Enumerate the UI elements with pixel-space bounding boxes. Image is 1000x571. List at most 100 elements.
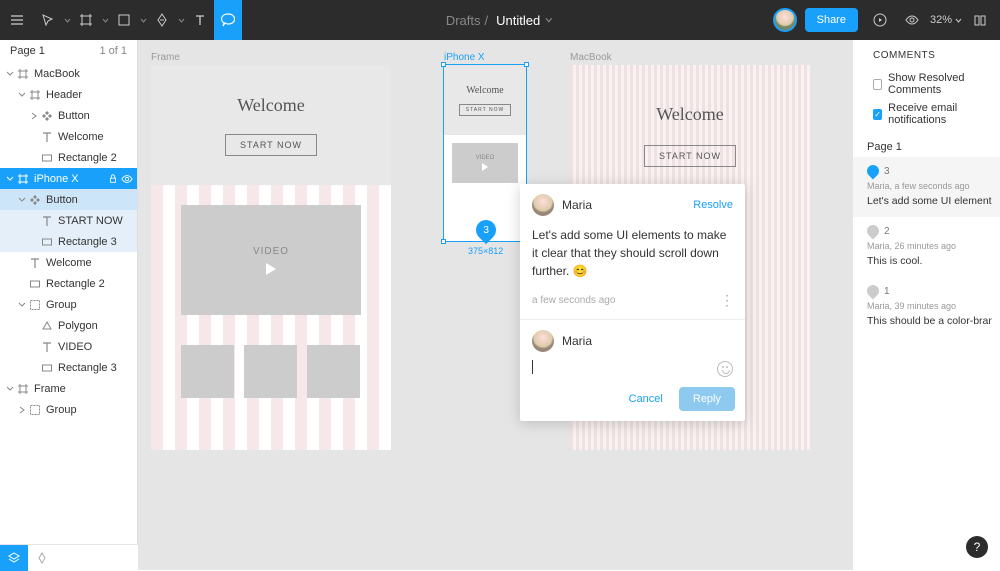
layer-label: Rectangle 2 <box>46 278 133 290</box>
share-button[interactable]: Share <box>805 8 858 32</box>
shape-tool[interactable] <box>110 0 138 40</box>
help-button[interactable]: ? <box>966 536 988 558</box>
layer-row[interactable]: Button <box>0 105 137 126</box>
email-notifications-checkbox[interactable]: ✓ Receive email notifications <box>853 99 1000 129</box>
layer-row[interactable]: Button <box>0 189 137 210</box>
text-icon <box>40 341 54 353</box>
file-title[interactable]: Untitled <box>496 13 540 28</box>
comments-panel: COMMENTS Show Resolved Comments ✓ Receiv… <box>852 40 1000 570</box>
comment-body: Let's add some UI elements to make it cl… <box>520 226 745 288</box>
chevron-icon[interactable] <box>4 70 16 78</box>
layer-row[interactable]: Rectangle 3 <box>0 231 137 252</box>
comment-number: 2 <box>884 226 890 237</box>
layer-label: Polygon <box>58 320 133 332</box>
present-button[interactable] <box>866 0 894 40</box>
menu-button[interactable] <box>0 0 34 40</box>
frame-label[interactable]: iPhone X <box>444 52 485 63</box>
panel-title: COMMENTS <box>853 40 1000 69</box>
chevron-icon[interactable] <box>16 301 28 309</box>
breadcrumb[interactable]: Drafts / Untitled <box>446 13 554 28</box>
artboard-iphone[interactable]: Welcome START NOW VIDEO <box>444 65 526 241</box>
chevron-icon[interactable] <box>4 175 16 183</box>
layer-label: MacBook <box>34 68 133 80</box>
chevron-down-icon[interactable] <box>100 17 110 24</box>
layer-row[interactable]: VIDEO <box>0 336 137 357</box>
zoom-control[interactable]: 32% <box>930 14 962 26</box>
show-resolved-checkbox[interactable]: Show Resolved Comments <box>853 69 1000 99</box>
move-tool[interactable] <box>34 0 62 40</box>
frame-label[interactable]: Frame <box>151 52 180 63</box>
resolve-button[interactable]: Resolve <box>693 199 733 211</box>
layer-row[interactable]: Rectangle 2 <box>0 273 137 294</box>
frame-tool[interactable] <box>72 0 100 40</box>
assets-tab-icon[interactable] <box>28 545 56 571</box>
layer-row[interactable]: Group <box>0 294 137 315</box>
layer-row[interactable]: Welcome <box>0 126 137 147</box>
artboard-frame[interactable]: Welcome START NOW VIDEO <box>151 65 391 450</box>
breadcrumb-folder[interactable]: Drafts <box>446 13 481 28</box>
rect-icon <box>28 278 42 290</box>
chevron-down-icon[interactable] <box>176 17 186 24</box>
chevron-icon[interactable] <box>16 406 28 414</box>
comment-list-item[interactable]: 1Maria, 39 minutes agoThis should be a c… <box>853 277 1000 337</box>
pen-tool[interactable] <box>148 0 176 40</box>
layers-tab-icon[interactable] <box>0 545 28 571</box>
user-avatar[interactable] <box>773 8 797 32</box>
layer-label: Rectangle 2 <box>58 152 133 164</box>
layer-row[interactable]: START NOW <box>0 210 137 231</box>
layer-row[interactable]: Header <box>0 84 137 105</box>
reply-input[interactable] <box>532 360 533 377</box>
chevron-icon[interactable] <box>28 112 40 120</box>
layer-label: Group <box>46 299 133 311</box>
text-tool[interactable] <box>186 0 214 40</box>
cancel-button[interactable]: Cancel <box>621 387 671 411</box>
layer-label: Button <box>46 194 133 206</box>
comment-author: Maria <box>562 198 685 212</box>
component-icon <box>40 110 54 122</box>
comment-meta: Maria, 39 minutes ago <box>867 301 992 311</box>
comment-list-item[interactable]: 2Maria, 26 minutes agoThis is cool. <box>853 217 1000 277</box>
view-settings-icon[interactable] <box>902 0 922 40</box>
layer-row[interactable]: Group <box>0 399 137 420</box>
frame-icon <box>16 68 30 80</box>
layer-row[interactable]: Frame <box>0 378 137 399</box>
text-icon <box>28 257 42 269</box>
thumbnails <box>181 345 360 398</box>
layer-row[interactable]: MacBook <box>0 63 137 84</box>
chevron-down-icon[interactable] <box>62 17 72 24</box>
layer-label: Welcome <box>58 131 133 143</box>
layer-row[interactable]: Rectangle 2 <box>0 147 137 168</box>
chevron-down-icon[interactable] <box>138 17 148 24</box>
video-box: VIDEO <box>452 143 518 183</box>
page-title: Page 1 <box>10 45 45 57</box>
comment-pin-icon <box>865 283 882 300</box>
frame-label[interactable]: MacBook <box>570 52 612 63</box>
chevron-icon[interactable] <box>16 196 28 204</box>
frame-icon <box>16 383 30 395</box>
layer-row[interactable]: Polygon <box>0 315 137 336</box>
start-button: START NOW <box>225 134 317 156</box>
page-header[interactable]: Page 1 1 of 1 <box>0 40 137 63</box>
comment-list-item[interactable]: 3Maria, a few seconds agoLet's add some … <box>853 157 1000 217</box>
polygon-icon <box>40 320 54 332</box>
video-label: VIDEO <box>476 155 495 161</box>
canvas[interactable]: Frame Welcome START NOW VIDEO iPhone X W… <box>138 40 852 570</box>
chevron-icon[interactable] <box>16 91 28 99</box>
reply-button[interactable]: Reply <box>679 387 735 411</box>
library-icon[interactable] <box>970 0 990 40</box>
chevron-icon[interactable] <box>4 385 16 393</box>
layer-row[interactable]: Rectangle 3 <box>0 357 137 378</box>
chevron-down-icon[interactable] <box>544 16 554 24</box>
comment-popover: Maria Resolve Let's add some UI elements… <box>520 184 745 421</box>
layer-row[interactable]: iPhone X <box>0 168 137 189</box>
comment-tool[interactable] <box>214 0 242 40</box>
comment-meta: Maria, 26 minutes ago <box>867 241 992 251</box>
layer-label: Button <box>58 110 133 122</box>
more-icon[interactable]: ⋮ <box>720 292 733 309</box>
layer-row[interactable]: Welcome <box>0 252 137 273</box>
play-icon <box>482 163 488 171</box>
play-icon <box>266 263 276 275</box>
checkbox-icon: ✓ <box>873 109 882 120</box>
frame-icon <box>28 89 42 101</box>
emoji-icon[interactable] <box>717 361 733 377</box>
